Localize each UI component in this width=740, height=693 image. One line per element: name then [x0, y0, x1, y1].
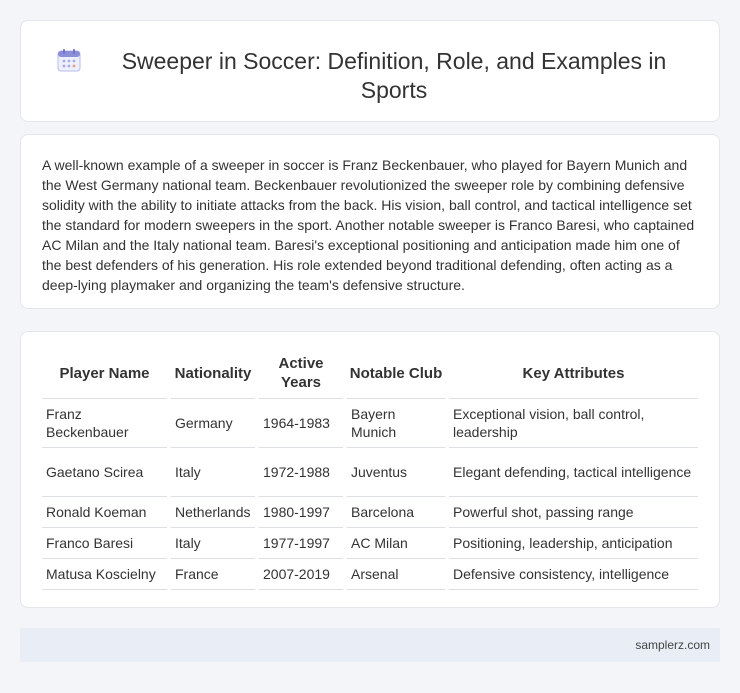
cell-key-attributes: Defensive consistency, intelligence — [449, 559, 698, 590]
cell-player-name: Ronald Koeman — [42, 497, 167, 528]
cell-active-years: 1972-1988 — [259, 448, 343, 497]
table-row: Franco Baresi Italy 1977-1997 AC Milan P… — [42, 528, 698, 559]
column-header-nationality: Nationality — [171, 350, 255, 399]
cell-nationality: Italy — [171, 448, 255, 497]
cell-notable-club: Bayern Munich — [347, 399, 445, 448]
table-card: Player Name Nationality Active Years Not… — [20, 331, 720, 608]
calendar-icon — [56, 47, 82, 73]
table-row: Matusa Koscielny France 2007-2019 Arsena… — [42, 559, 698, 590]
intro-card: A well-known example of a sweeper in soc… — [20, 134, 720, 309]
footer: samplerz.com — [20, 628, 720, 662]
cell-player-name: Gaetano Scirea — [42, 448, 167, 497]
cell-player-name: Matusa Koscielny — [42, 559, 167, 590]
intro-paragraph: A well-known example of a sweeper in soc… — [42, 157, 695, 293]
cell-notable-club: Arsenal — [347, 559, 445, 590]
table-row: Gaetano Scirea Italy 1972-1988 Juventus … — [42, 448, 698, 497]
table-row: Ronald Koeman Netherlands 1980-1997 Barc… — [42, 497, 698, 528]
cell-active-years: 2007-2019 — [259, 559, 343, 590]
footer-site-link[interactable]: samplerz.com — [635, 638, 710, 652]
cell-active-years: 1977-1997 — [259, 528, 343, 559]
table-header-row: Player Name Nationality Active Years Not… — [42, 350, 698, 399]
column-header-notable-club: Notable Club — [347, 350, 445, 399]
cell-active-years: 1964-1983 — [259, 399, 343, 448]
cell-key-attributes: Elegant defending, tactical intelligence — [449, 448, 698, 497]
cell-nationality: Italy — [171, 528, 255, 559]
page-title: Sweeper in Soccer: Definition, Role, and… — [121, 48, 667, 103]
column-header-player-name: Player Name — [42, 350, 167, 399]
cell-notable-club: Juventus — [347, 448, 445, 497]
cell-player-name: Franco Baresi — [42, 528, 167, 559]
cell-nationality: Netherlands — [171, 497, 255, 528]
column-header-active-years: Active Years — [259, 350, 343, 399]
cell-key-attributes: Exceptional vision, ball control, leader… — [449, 399, 698, 448]
table-row: Franz Beckenbauer Germany 1964-1983 Baye… — [42, 399, 698, 448]
cell-nationality: Germany — [171, 399, 255, 448]
sweepers-table: Player Name Nationality Active Years Not… — [38, 350, 702, 590]
cell-key-attributes: Powerful shot, passing range — [449, 497, 698, 528]
cell-notable-club: AC Milan — [347, 528, 445, 559]
cell-key-attributes: Positioning, leadership, anticipation — [449, 528, 698, 559]
column-header-key-attributes: Key Attributes — [449, 350, 698, 399]
header-card: Sweeper in Soccer: Definition, Role, and… — [20, 20, 720, 122]
cell-notable-club: Barcelona — [347, 497, 445, 528]
cell-active-years: 1980-1997 — [259, 497, 343, 528]
cell-nationality: France — [171, 559, 255, 590]
cell-player-name: Franz Beckenbauer — [42, 399, 167, 448]
